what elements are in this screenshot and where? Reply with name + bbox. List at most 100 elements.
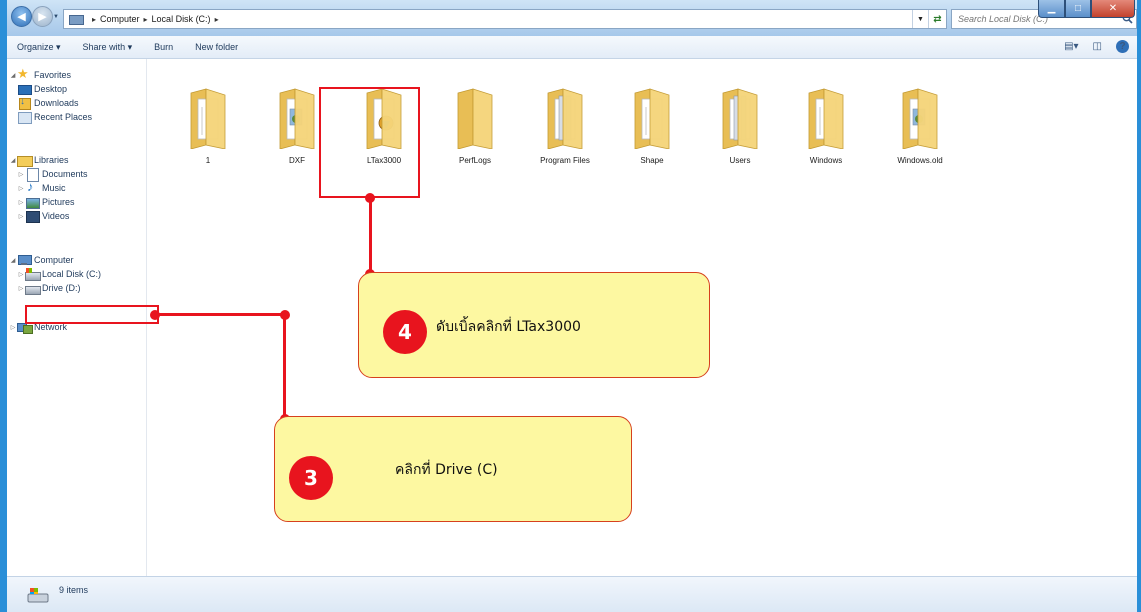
collapse-arrow-icon: ▷ <box>18 213 24 220</box>
folder-name: Windows <box>809 156 843 165</box>
callout-step-3: 3 คลิกที่ Drive (C) <box>274 416 632 522</box>
collapse-arrow-icon: ▷ <box>10 324 16 331</box>
folder-icon <box>902 88 938 149</box>
sidebar-item-drive-d[interactable]: ▷ Drive (D:) <box>17 281 81 295</box>
breadcrumb-computer[interactable]: Computer <box>100 14 140 24</box>
sidebar-item-local-disk-c[interactable]: ▷ Local Disk (C:) <box>17 267 101 281</box>
maximize-icon: □ <box>1074 3 1082 14</box>
sidebar-item-downloads[interactable]: Downloads <box>17 96 79 110</box>
sidebar-item-desktop[interactable]: Desktop <box>17 82 67 96</box>
star-icon <box>17 66 31 82</box>
libraries-icon <box>17 154 33 167</box>
folder-icon <box>634 88 670 149</box>
folder-name: Users <box>729 156 751 165</box>
title-bar: ◀ ▶ ▼ ▸ Computer ▸ Local Disk (C:) ▸ ▼ ⇄ <box>7 0 1137 36</box>
callout-step-4: 4 ดับเบิ้ลคลิกที่ LTax3000 <box>358 272 710 378</box>
maximize-button[interactable]: □ <box>1065 0 1091 18</box>
folder-name: PerfLogs <box>458 156 492 165</box>
organize-menu[interactable]: Organize ▾ <box>17 42 61 53</box>
arrow-right-icon: ▶ <box>38 11 47 23</box>
folder-icon <box>190 88 226 149</box>
folder-item[interactable]: 1 <box>163 87 253 187</box>
desktop-icon <box>17 83 32 95</box>
view-icon: ▤▾ <box>1064 41 1079 52</box>
collapse-arrow-icon: ▷ <box>18 171 24 178</box>
computer-icon <box>68 13 84 25</box>
sidebar-item-label: Downloads <box>34 98 79 108</box>
sidebar-item-label: Drive (D:) <box>42 283 81 293</box>
close-button[interactable]: ✕ <box>1091 0 1135 18</box>
sidebar-item-label: Documents <box>42 169 88 179</box>
folder-name: Shape <box>640 156 664 165</box>
folder-item[interactable]: PerfLogs <box>430 87 520 187</box>
share-with-menu[interactable]: Share with ▾ <box>83 42 133 53</box>
help-icon: ? <box>1119 41 1126 52</box>
callout-instruction: คลิกที่ Drive (C) <box>395 462 498 478</box>
close-icon: ✕ <box>1108 3 1118 14</box>
item-count: 9 items <box>59 585 89 595</box>
downloads-icon <box>17 96 31 110</box>
preview-pane-button[interactable]: ◫ <box>1093 41 1102 52</box>
connector-line <box>155 313 285 316</box>
window-controls: ▁ □ ✕ <box>1038 0 1135 20</box>
drive-icon <box>25 282 41 295</box>
computer-icon <box>17 254 32 266</box>
local-disk-icon <box>25 268 41 281</box>
sidebar-item-pictures[interactable]: ▷ Pictures <box>17 195 75 209</box>
expand-arrow-icon: ◢ <box>10 257 16 264</box>
step-number-badge: 4 <box>383 310 427 354</box>
folder-name: Windows.old <box>897 156 943 165</box>
folder-item[interactable]: Shape <box>607 87 697 187</box>
folder-item[interactable]: Users <box>695 87 785 187</box>
sidebar-item-label: Computer <box>34 255 74 265</box>
callout-instruction: ดับเบิ้ลคลิกที่ LTax3000 <box>436 319 581 335</box>
sidebar-item-label: Local Disk (C:) <box>42 269 102 279</box>
folder-icon <box>547 88 583 149</box>
preview-pane-icon: ◫ <box>1092 41 1102 52</box>
folder-item[interactable]: Windows <box>781 87 871 187</box>
new-folder-button[interactable]: New folder <box>195 42 238 52</box>
folder-icon <box>279 88 315 149</box>
help-button[interactable]: ? <box>1116 40 1129 53</box>
breadcrumb-separator[interactable]: ▸ <box>144 15 148 24</box>
highlight-local-disk <box>25 305 159 324</box>
refresh-button[interactable]: ⇄ <box>928 10 946 28</box>
chevron-down-icon: ▼ <box>917 15 924 23</box>
sidebar-item-label: Favorites <box>34 70 72 80</box>
highlight-ltax3000 <box>319 87 420 198</box>
status-bar: 9 items <box>7 576 1137 612</box>
command-toolbar: Organize ▾ Share with ▾ Burn New folder … <box>7 36 1137 59</box>
change-view-button[interactable]: ▤▾ <box>1064 41 1078 52</box>
pictures-icon <box>25 196 40 209</box>
local-disk-icon <box>27 588 49 603</box>
address-history-button[interactable]: ▼ <box>912 10 928 28</box>
sidebar-item-recent-places[interactable]: Recent Places <box>17 110 92 124</box>
sidebar-item-videos[interactable]: ▷ Videos <box>17 209 69 223</box>
folder-icon <box>457 88 493 149</box>
connector-line <box>283 315 286 423</box>
collapse-arrow-icon: ▷ <box>18 285 24 292</box>
breadcrumb-separator[interactable]: ▸ <box>92 15 96 24</box>
sidebar-item-favorites[interactable]: ◢ Favorites <box>9 66 72 82</box>
arrow-left-icon: ◀ <box>17 11 26 23</box>
breadcrumb-local-disk[interactable]: Local Disk (C:) <box>152 14 211 24</box>
minimize-button[interactable]: ▁ <box>1038 0 1065 18</box>
folder-name: 1 <box>205 156 211 165</box>
videos-icon <box>25 210 40 223</box>
folder-icon <box>722 88 758 149</box>
folder-item[interactable]: Windows.old <box>875 87 965 187</box>
burn-button[interactable]: Burn <box>154 42 173 52</box>
sidebar-item-label: Videos <box>42 211 70 221</box>
folder-icon <box>808 88 844 149</box>
sidebar-item-label: Libraries <box>34 155 69 165</box>
recent-pages-dropdown[interactable]: ▼ <box>53 14 59 20</box>
folder-item[interactable]: Program Files <box>520 87 610 187</box>
sidebar-item-computer[interactable]: ◢ Computer <box>9 253 74 267</box>
breadcrumb-separator[interactable]: ▸ <box>215 15 219 24</box>
forward-button[interactable]: ▶ <box>32 6 53 27</box>
folder-name: Program Files <box>540 156 590 165</box>
back-button[interactable]: ◀ <box>11 6 32 27</box>
sidebar-item-libraries[interactable]: ◢ Libraries <box>9 153 69 167</box>
sidebar-item-music[interactable]: ▷ Music <box>17 179 66 195</box>
address-bar[interactable]: ▸ Computer ▸ Local Disk (C:) ▸ ▼ ⇄ <box>63 9 947 29</box>
